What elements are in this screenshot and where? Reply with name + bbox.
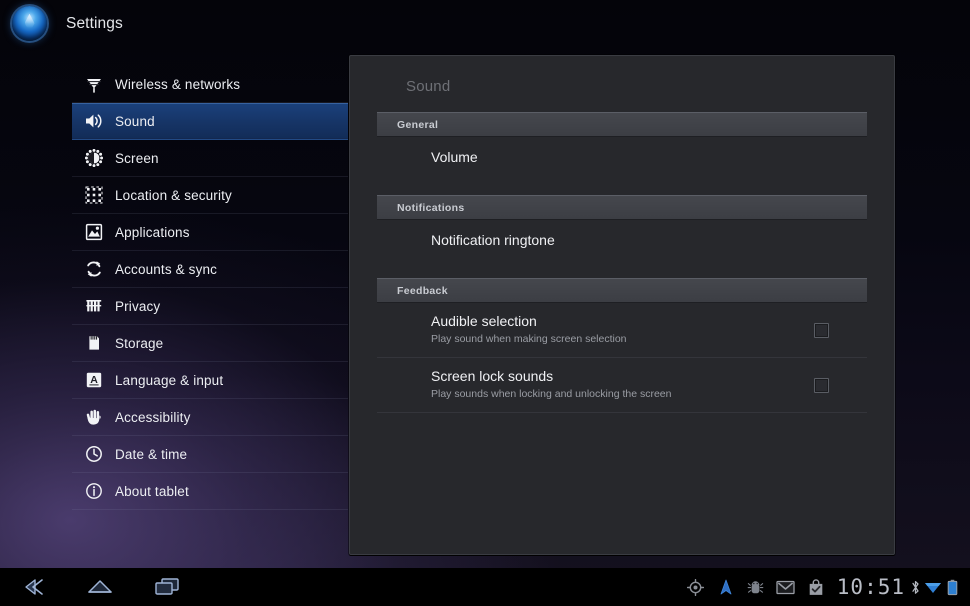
gmail-icon[interactable] [771,574,801,600]
panel-title: Sound [406,78,451,95]
page-title: Settings [66,14,123,32]
sidebar-item-label: Accounts & sync [115,261,218,277]
setting-checkbox[interactable] [814,322,829,338]
navigation-arrow-icon[interactable] [711,574,741,600]
setting-row[interactable]: Screen lock sounds Play sounds when locki… [377,358,867,413]
setting-row[interactable]: Audible selection Play sound when making … [377,303,867,358]
sidebar-item-screen[interactable]: Screen [72,140,348,177]
location-security-icon [82,184,106,206]
setting-row-text: Audible selection Play sound when making … [431,313,814,347]
android-settings-screen: Settings Wireless & networks Sound Screen L… [0,0,970,606]
settings-sections: General Volume Notifications Notification r… [350,112,894,413]
settings-orb-icon [12,6,47,41]
setting-row-text: Screen lock sounds Play sounds when locki… [431,368,814,402]
setting-title: Notification ringtone [431,232,555,248]
clock-icon [82,443,106,465]
section-header-label: Notifications [397,201,465,214]
sidebar-item-label: Wireless & networks [115,77,241,92]
accessibility-hand-icon [82,406,106,428]
sidebar-item-location-security[interactable]: Location & security [72,177,348,214]
sidebar-item-accessibility[interactable]: Accessibility [72,399,348,436]
system-nav-buttons [0,573,186,601]
market-bag-icon[interactable] [801,574,831,600]
sound-icon [82,110,106,132]
sidebar-item-applications[interactable]: Applications [72,214,348,251]
setting-row-text: Notification ringtone [431,232,867,249]
brightness-icon [82,147,106,169]
sidebar-item-accounts-sync[interactable]: Accounts & sync [72,251,348,288]
sidebar-item-label: Accessibility [115,409,191,425]
setting-checkbox[interactable] [814,377,829,393]
section-header-label: General [397,118,439,131]
battery-icon[interactable] [943,574,962,600]
app-bar: Settings [0,0,970,47]
privacy-icon [82,295,106,317]
setting-title: Volume [431,149,478,165]
sidebar-item-about-tablet[interactable]: About tablet [72,473,348,510]
android-debug-icon[interactable] [741,574,771,600]
sidebar-item-label: Screen [115,150,159,166]
sidebar-item-label: Storage [115,335,164,351]
applications-icon [82,221,106,243]
setting-subtitle: Play sounds when locking and unlocking t… [431,388,672,400]
wifi-icon[interactable] [922,574,943,600]
sidebar-item-storage[interactable]: Storage [72,325,348,362]
section-header-general: General [377,112,867,137]
bluetooth-icon[interactable] [908,574,922,600]
section-header-notifications: Notifications [377,195,867,220]
sidebar-item-label: Location & security [115,187,232,203]
setting-title: Audible selection [431,313,537,329]
system-bar: 10:51 [0,568,970,606]
status-clock: 10:51 [836,575,905,599]
sidebar-item-label: Sound [115,113,155,129]
sidebar-item-label: Applications [115,224,190,240]
setting-title: Screen lock sounds [431,368,554,384]
back-icon[interactable] [14,573,52,601]
section-header-feedback: Feedback [377,278,867,303]
recent-apps-icon[interactable] [148,573,186,601]
section-header-label: Feedback [397,284,448,297]
settings-sidebar: Wireless & networks Sound Screen Location &… [72,66,348,510]
setting-row[interactable]: Notification ringtone [377,220,867,261]
setting-subtitle: Play sound when making screen selection [431,333,627,345]
sidebar-item-privacy[interactable]: Privacy [72,288,348,325]
language-icon: A [82,369,106,391]
sidebar-item-date-time[interactable]: Date & time [72,436,348,473]
storage-icon [82,332,106,354]
sidebar-item-wireless-networks[interactable]: Wireless & networks [72,66,348,103]
sync-icon [82,258,106,280]
status-icons: 10:51 [681,574,970,600]
gps-icon[interactable] [681,574,711,600]
home-icon[interactable] [81,573,119,601]
sidebar-item-label: About tablet [115,483,189,499]
setting-row-text: Volume [431,149,867,166]
sidebar-item-label: Date & time [115,446,188,462]
info-icon [82,480,106,502]
sidebar-item-label: Privacy [115,298,161,314]
settings-content-panel: Sound General Volume Notifications Notifica… [349,55,895,555]
sidebar-item-language-input[interactable]: A Language & input [72,362,348,399]
setting-row[interactable]: Volume [377,137,867,178]
sidebar-item-label: Language & input [115,372,224,388]
wireless-icon [82,74,106,96]
sidebar-item-sound[interactable]: Sound [72,103,348,140]
